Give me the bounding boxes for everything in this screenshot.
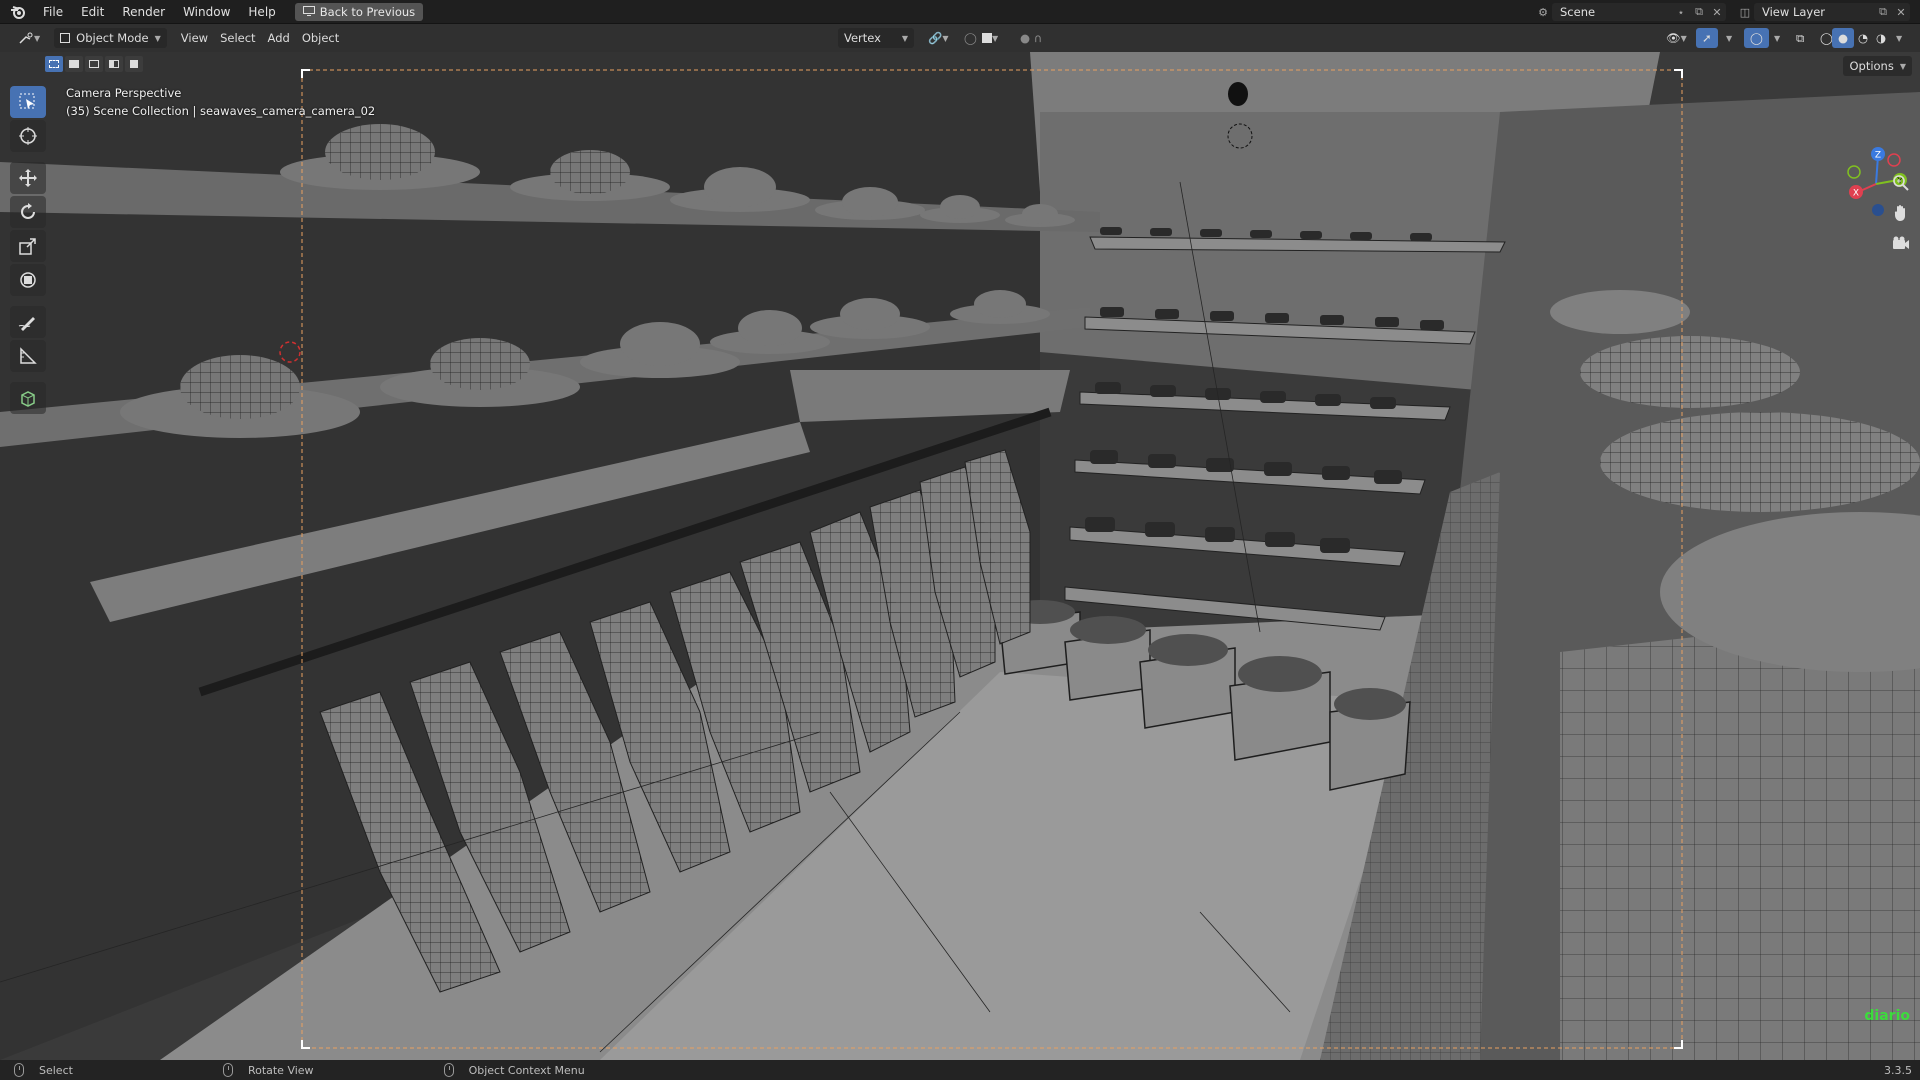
status-context: Object Context Menu [443, 1063, 585, 1077]
chevron-down-icon: ▼ [154, 33, 161, 43]
menu-object[interactable]: Object [296, 28, 345, 48]
editor-type-button[interactable]: ▼ [12, 28, 46, 48]
svg-text:Z: Z [1875, 151, 1881, 161]
measure-tool-icon[interactable] [10, 340, 46, 372]
rotate-tool-icon[interactable] [10, 196, 46, 228]
camera-perspective-label: Camera Perspective [66, 86, 182, 100]
cursor-tool-icon[interactable] [10, 120, 46, 152]
move-tool-icon[interactable] [10, 162, 46, 194]
scene-selector[interactable]: Scene ⋆ ⧉ ✕ [1552, 3, 1726, 21]
selection-mode-group [45, 56, 143, 72]
select-new-icon[interactable] [45, 56, 63, 72]
pin-icon[interactable]: ⋆ [1672, 3, 1690, 21]
chevron-down-icon: ▼ [901, 33, 908, 43]
view-layer-selector[interactable]: View Layer ⧉ ✕ [1754, 3, 1910, 21]
svg-text:X: X [1853, 189, 1859, 199]
chevron-down-icon: ▼ [1899, 61, 1906, 71]
scene-icon[interactable]: ⚙ [1534, 3, 1552, 21]
screen-icon [302, 5, 315, 19]
shading-dropdown-icon[interactable]: ▼ [1890, 28, 1908, 48]
select-intersect-icon[interactable] [125, 56, 143, 72]
scene-render [0, 52, 1920, 1060]
object-mode-icon [60, 33, 71, 43]
visibility-icon[interactable]: 👁 ▼ [1660, 28, 1693, 48]
snap-target-label: Vertex [844, 31, 881, 45]
zoom-icon[interactable] [1890, 172, 1912, 194]
solid-shading-icon[interactable]: ● [1832, 28, 1855, 48]
add-cube-tool-icon[interactable] [10, 382, 46, 414]
scene-collection-label: (35) Scene Collection | seawaves_camera_… [66, 104, 376, 118]
options-dropdown[interactable]: Options ▼ [1843, 56, 1912, 76]
options-label: Options [1849, 59, 1894, 73]
object-mode-dropdown[interactable]: Object Mode ▼ [54, 28, 167, 48]
menu-window[interactable]: Window [174, 0, 239, 24]
viewport-header: ▼ Object Mode ▼ View Select Add Object V… [0, 24, 1920, 52]
menu-render[interactable]: Render [113, 0, 174, 24]
mouse-middle-icon [222, 1063, 233, 1077]
top-menu-bar: File Edit Render Window Help Back to Pre… [0, 0, 1920, 24]
menu-edit[interactable]: Edit [72, 0, 113, 24]
blender-logo-icon[interactable] [8, 2, 28, 22]
menu-select[interactable]: Select [214, 28, 261, 48]
view-layer-name: View Layer [1762, 5, 1826, 19]
status-select: Select [14, 1063, 73, 1077]
shading-swatch-icon[interactable]: ▼ [976, 28, 1004, 48]
status-context-label: Object Context Menu [468, 1063, 585, 1077]
tool-shelf [10, 86, 46, 414]
select-subtract-icon[interactable] [85, 56, 103, 72]
overlays-dropdown-icon[interactable]: ▼ [1768, 28, 1786, 48]
editor-type-icon [19, 32, 33, 44]
3d-viewport[interactable]: Camera Perspective (35) Scene Collection… [0, 52, 1920, 1060]
gizmo-dropdown-icon[interactable]: ▼ [1720, 28, 1738, 48]
overlays-toggle-icon[interactable]: ◯ [1744, 28, 1769, 48]
scale-tool-icon[interactable] [10, 230, 46, 262]
rendered-shading-icon[interactable]: ◑ [1870, 28, 1892, 48]
back-to-previous-button[interactable]: Back to Previous [294, 2, 424, 21]
select-extend-icon[interactable] [65, 56, 83, 72]
mouse-right-icon [443, 1063, 454, 1077]
gizmo-toggle-icon[interactable]: ➚ [1696, 28, 1718, 48]
status-bar: Select Rotate View Object Context Menu 3… [0, 1060, 1920, 1080]
snap-target-dropdown[interactable]: Vertex ▼ [838, 28, 914, 48]
menu-view[interactable]: View [175, 28, 214, 48]
status-rotate: Rotate View [222, 1063, 314, 1077]
new-scene-icon[interactable]: ⧉ [1690, 3, 1708, 21]
menu-help[interactable]: Help [239, 0, 284, 24]
transform-tool-icon[interactable] [10, 264, 46, 296]
camera-view-icon[interactable] [1890, 232, 1912, 254]
close-icon[interactable]: ✕ [1892, 3, 1910, 21]
status-rotate-label: Rotate View [247, 1063, 314, 1077]
object-mode-label: Object Mode [76, 31, 149, 45]
close-icon[interactable]: ✕ [1708, 3, 1726, 21]
back-to-previous-label: Back to Previous [319, 4, 416, 19]
pan-hand-icon[interactable] [1890, 202, 1912, 224]
scene-name: Scene [1560, 5, 1596, 19]
diario-watermark: diario [1864, 1008, 1910, 1024]
view-layer-icon[interactable]: ◫ [1736, 3, 1754, 21]
snap-toggle-icon[interactable]: 🔗 ▼ [922, 28, 954, 48]
version-label: 3.3.5 [1884, 1063, 1912, 1077]
select-invert-icon[interactable] [105, 56, 123, 72]
annotate-tool-icon[interactable] [10, 306, 46, 338]
select-box-tool-icon[interactable] [10, 86, 46, 118]
status-select-label: Select [39, 1063, 73, 1077]
mouse-left-icon [14, 1063, 24, 1077]
menu-add[interactable]: Add [262, 28, 296, 48]
proportional-falloff-icon[interactable]: ● ∩ [1014, 28, 1048, 48]
menu-file[interactable]: File [34, 0, 72, 24]
new-view-layer-icon[interactable]: ⧉ [1874, 3, 1892, 21]
xray-toggle-icon[interactable]: ⧉ [1790, 28, 1810, 48]
